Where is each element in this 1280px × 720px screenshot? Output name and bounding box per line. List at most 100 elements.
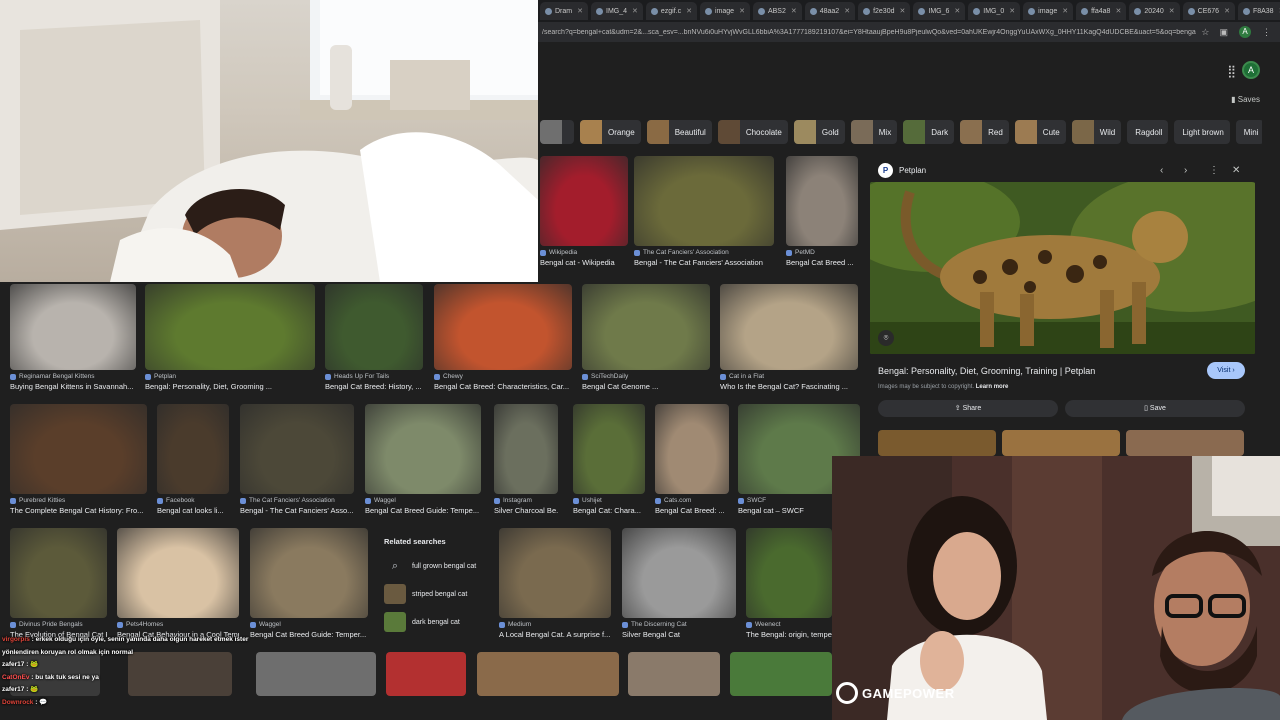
bookmark-star-icon[interactable]: ☆ bbox=[1201, 27, 1209, 38]
result-thumbnail[interactable] bbox=[622, 528, 736, 618]
browser-tab[interactable]: 48aa2 ✕ bbox=[804, 2, 856, 20]
filter-chip[interactable]: Dark bbox=[903, 120, 955, 144]
result-title[interactable]: Bengal Cat Genome ... bbox=[582, 382, 710, 391]
browser-tab[interactable]: image ✕ bbox=[700, 2, 750, 20]
result-thumbnail[interactable] bbox=[10, 528, 107, 618]
result-title[interactable]: Buying Bengal Kittens in Savannah... bbox=[10, 382, 136, 391]
result-title[interactable]: Bengal - The Cat Fanciers' Association bbox=[634, 258, 774, 267]
learn-more-link[interactable]: Learn more bbox=[976, 384, 1009, 390]
tab-close-icon[interactable]: ✕ bbox=[900, 7, 906, 15]
saves-link[interactable]: ▮ Saves bbox=[1231, 95, 1260, 104]
image-result[interactable]: Reginamar Bengal Kittens Buying Bengal Ki… bbox=[10, 284, 136, 391]
chevron-right-icon[interactable]: › bbox=[1184, 165, 1187, 176]
tab-close-icon[interactable]: ✕ bbox=[1062, 7, 1068, 15]
result-thumbnail[interactable] bbox=[386, 652, 466, 696]
chat-username[interactable]: CatOnEv bbox=[2, 674, 29, 681]
result-thumbnail[interactable] bbox=[582, 284, 710, 370]
filter-chip[interactable] bbox=[540, 120, 574, 144]
image-result[interactable]: Medium A Local Bengal Cat. A surprise f..… bbox=[499, 528, 611, 639]
result-title[interactable]: Silver Charcoal Be... bbox=[494, 506, 558, 515]
menu-icon[interactable]: ⋮ bbox=[1262, 27, 1271, 38]
image-result[interactable]: Wikipedia Bengal cat - Wikipedia bbox=[540, 156, 628, 267]
result-title[interactable]: Bengal cat - Wikipedia bbox=[540, 258, 628, 267]
chat-username[interactable]: zafer17 bbox=[2, 686, 24, 693]
result-thumbnail[interactable] bbox=[365, 404, 481, 494]
filter-chip[interactable]: Light brown bbox=[1174, 120, 1230, 144]
related-search-item[interactable]: striped bengal cat bbox=[384, 580, 488, 608]
result-thumbnail[interactable] bbox=[256, 652, 376, 696]
filter-chip[interactable]: Orange bbox=[580, 120, 641, 144]
result-title[interactable]: The Complete Bengal Cat History: Fro... bbox=[10, 506, 147, 515]
image-result[interactable]: The Cat Fanciers' Association Bengal - Th… bbox=[634, 156, 774, 267]
result-title[interactable]: Bengal Cat Breed: History, ... bbox=[325, 382, 423, 391]
image-result[interactable]: Chewy Bengal Cat Breed: Characteristics, … bbox=[434, 284, 572, 391]
extensions-icon[interactable]: ▣ bbox=[1219, 27, 1228, 38]
tab-close-icon[interactable]: ✕ bbox=[844, 7, 850, 15]
result-thumbnail[interactable] bbox=[655, 404, 729, 494]
close-icon[interactable]: ✕ bbox=[1232, 165, 1240, 176]
filter-chip[interactable]: Beautiful bbox=[646, 120, 712, 144]
image-result[interactable]: Instagram Silver Charcoal Be... bbox=[494, 404, 558, 515]
browser-tab[interactable]: f2e30d ✕ bbox=[858, 2, 911, 20]
tab-close-icon[interactable]: ✕ bbox=[577, 7, 583, 15]
image-result[interactable]: Ushijet Bengal Cat: Chara... bbox=[573, 404, 645, 515]
result-thumbnail[interactable] bbox=[786, 156, 858, 246]
result-title[interactable]: Bengal Cat Breed: Characteristics, Car..… bbox=[434, 382, 572, 391]
filter-chip[interactable]: Wild bbox=[1071, 120, 1122, 144]
more-options-icon[interactable]: ⋮ bbox=[1209, 165, 1219, 176]
chevron-left-icon[interactable]: ‹ bbox=[1160, 165, 1163, 176]
result-thumbnail[interactable] bbox=[145, 284, 315, 370]
related-image-thumbnail[interactable] bbox=[1126, 430, 1244, 456]
browser-tab[interactable]: IMG_6 ✕ bbox=[913, 2, 966, 20]
result-thumbnail[interactable] bbox=[746, 528, 832, 618]
image-result[interactable]: The Discerning Cat Silver Bengal Cat bbox=[622, 528, 736, 639]
tab-close-icon[interactable]: ✕ bbox=[739, 7, 745, 15]
result-thumbnail[interactable] bbox=[634, 156, 774, 246]
share-button[interactable]: ⇪ Share bbox=[878, 400, 1058, 417]
filter-chip[interactable]: Chocolate bbox=[717, 120, 788, 144]
image-result[interactable]: Cats.com Bengal Cat Breed: ... bbox=[655, 404, 729, 515]
result-title[interactable]: Bengal: Personality, Diet, Grooming ... bbox=[145, 382, 315, 391]
result-thumbnail[interactable] bbox=[10, 404, 147, 494]
result-title[interactable]: The Bengal: origin, temper... bbox=[746, 630, 832, 639]
panel-site-name[interactable]: Petplan bbox=[899, 166, 926, 175]
browser-tab[interactable]: IMG_4 ✕ bbox=[591, 2, 643, 20]
tab-close-icon[interactable]: ✕ bbox=[1009, 7, 1015, 15]
tab-close-icon[interactable]: ✕ bbox=[1224, 7, 1230, 15]
tab-close-icon[interactable]: ✕ bbox=[791, 7, 797, 15]
image-result[interactable]: Cat in a Flat Who Is the Bengal Cat? Fasc… bbox=[720, 284, 858, 391]
chat-username[interactable]: virgorpis bbox=[2, 636, 30, 643]
browser-tab[interactable]: 20240 ✕ bbox=[1129, 2, 1180, 20]
browser-tab[interactable]: CE676 ✕ bbox=[1182, 2, 1235, 20]
result-thumbnail[interactable] bbox=[325, 284, 423, 370]
result-thumbnail[interactable] bbox=[117, 528, 239, 618]
result-title[interactable]: Bengal Cat Breed: ... bbox=[655, 506, 729, 515]
result-title[interactable]: Silver Bengal Cat bbox=[622, 630, 736, 639]
browser-tab[interactable]: Dram ✕ bbox=[540, 2, 588, 20]
result-title[interactable]: A Local Bengal Cat. A surprise f... bbox=[499, 630, 611, 639]
browser-tab[interactable]: IMG_0 ✕ bbox=[968, 2, 1021, 20]
result-thumbnail[interactable] bbox=[573, 404, 645, 494]
chat-username[interactable]: zafer17 bbox=[2, 661, 24, 668]
result-title[interactable]: Bengal - The Cat Fanciers' Asso... bbox=[240, 506, 354, 515]
result-thumbnail[interactable] bbox=[499, 528, 611, 618]
browser-tab[interactable]: ffa4a8 ✕ bbox=[1076, 2, 1127, 20]
tab-close-icon[interactable]: ✕ bbox=[954, 7, 960, 15]
tab-close-icon[interactable]: ✕ bbox=[632, 7, 638, 15]
filter-chip[interactable]: Red bbox=[960, 120, 1009, 144]
image-result[interactable]: SciTechDaily Bengal Cat Genome ... bbox=[582, 284, 710, 391]
lens-icon[interactable]: ⌾ bbox=[878, 330, 894, 346]
result-title[interactable]: Who Is the Bengal Cat? Fascinating ... bbox=[720, 382, 858, 391]
result-thumbnail[interactable] bbox=[10, 284, 136, 370]
result-thumbnail[interactable] bbox=[240, 404, 354, 494]
result-title[interactable]: Bengal Cat: Chara... bbox=[573, 506, 645, 515]
image-result[interactable]: The Cat Fanciers' Association Bengal - Th… bbox=[240, 404, 354, 515]
result-thumbnail[interactable] bbox=[628, 652, 720, 696]
panel-main-image[interactable]: ⌾ bbox=[870, 182, 1255, 354]
image-result[interactable]: Heads Up For Tails Bengal Cat Breed: Hist… bbox=[325, 284, 423, 391]
result-thumbnail[interactable] bbox=[250, 528, 368, 618]
result-thumbnail[interactable] bbox=[434, 284, 572, 370]
tab-close-icon[interactable]: ✕ bbox=[1115, 7, 1121, 15]
panel-title[interactable]: Bengal: Personality, Diet, Grooming, Tra… bbox=[878, 366, 1095, 376]
image-result[interactable]: Waggel Bengal Cat Breed Guide: Temper... bbox=[250, 528, 368, 639]
